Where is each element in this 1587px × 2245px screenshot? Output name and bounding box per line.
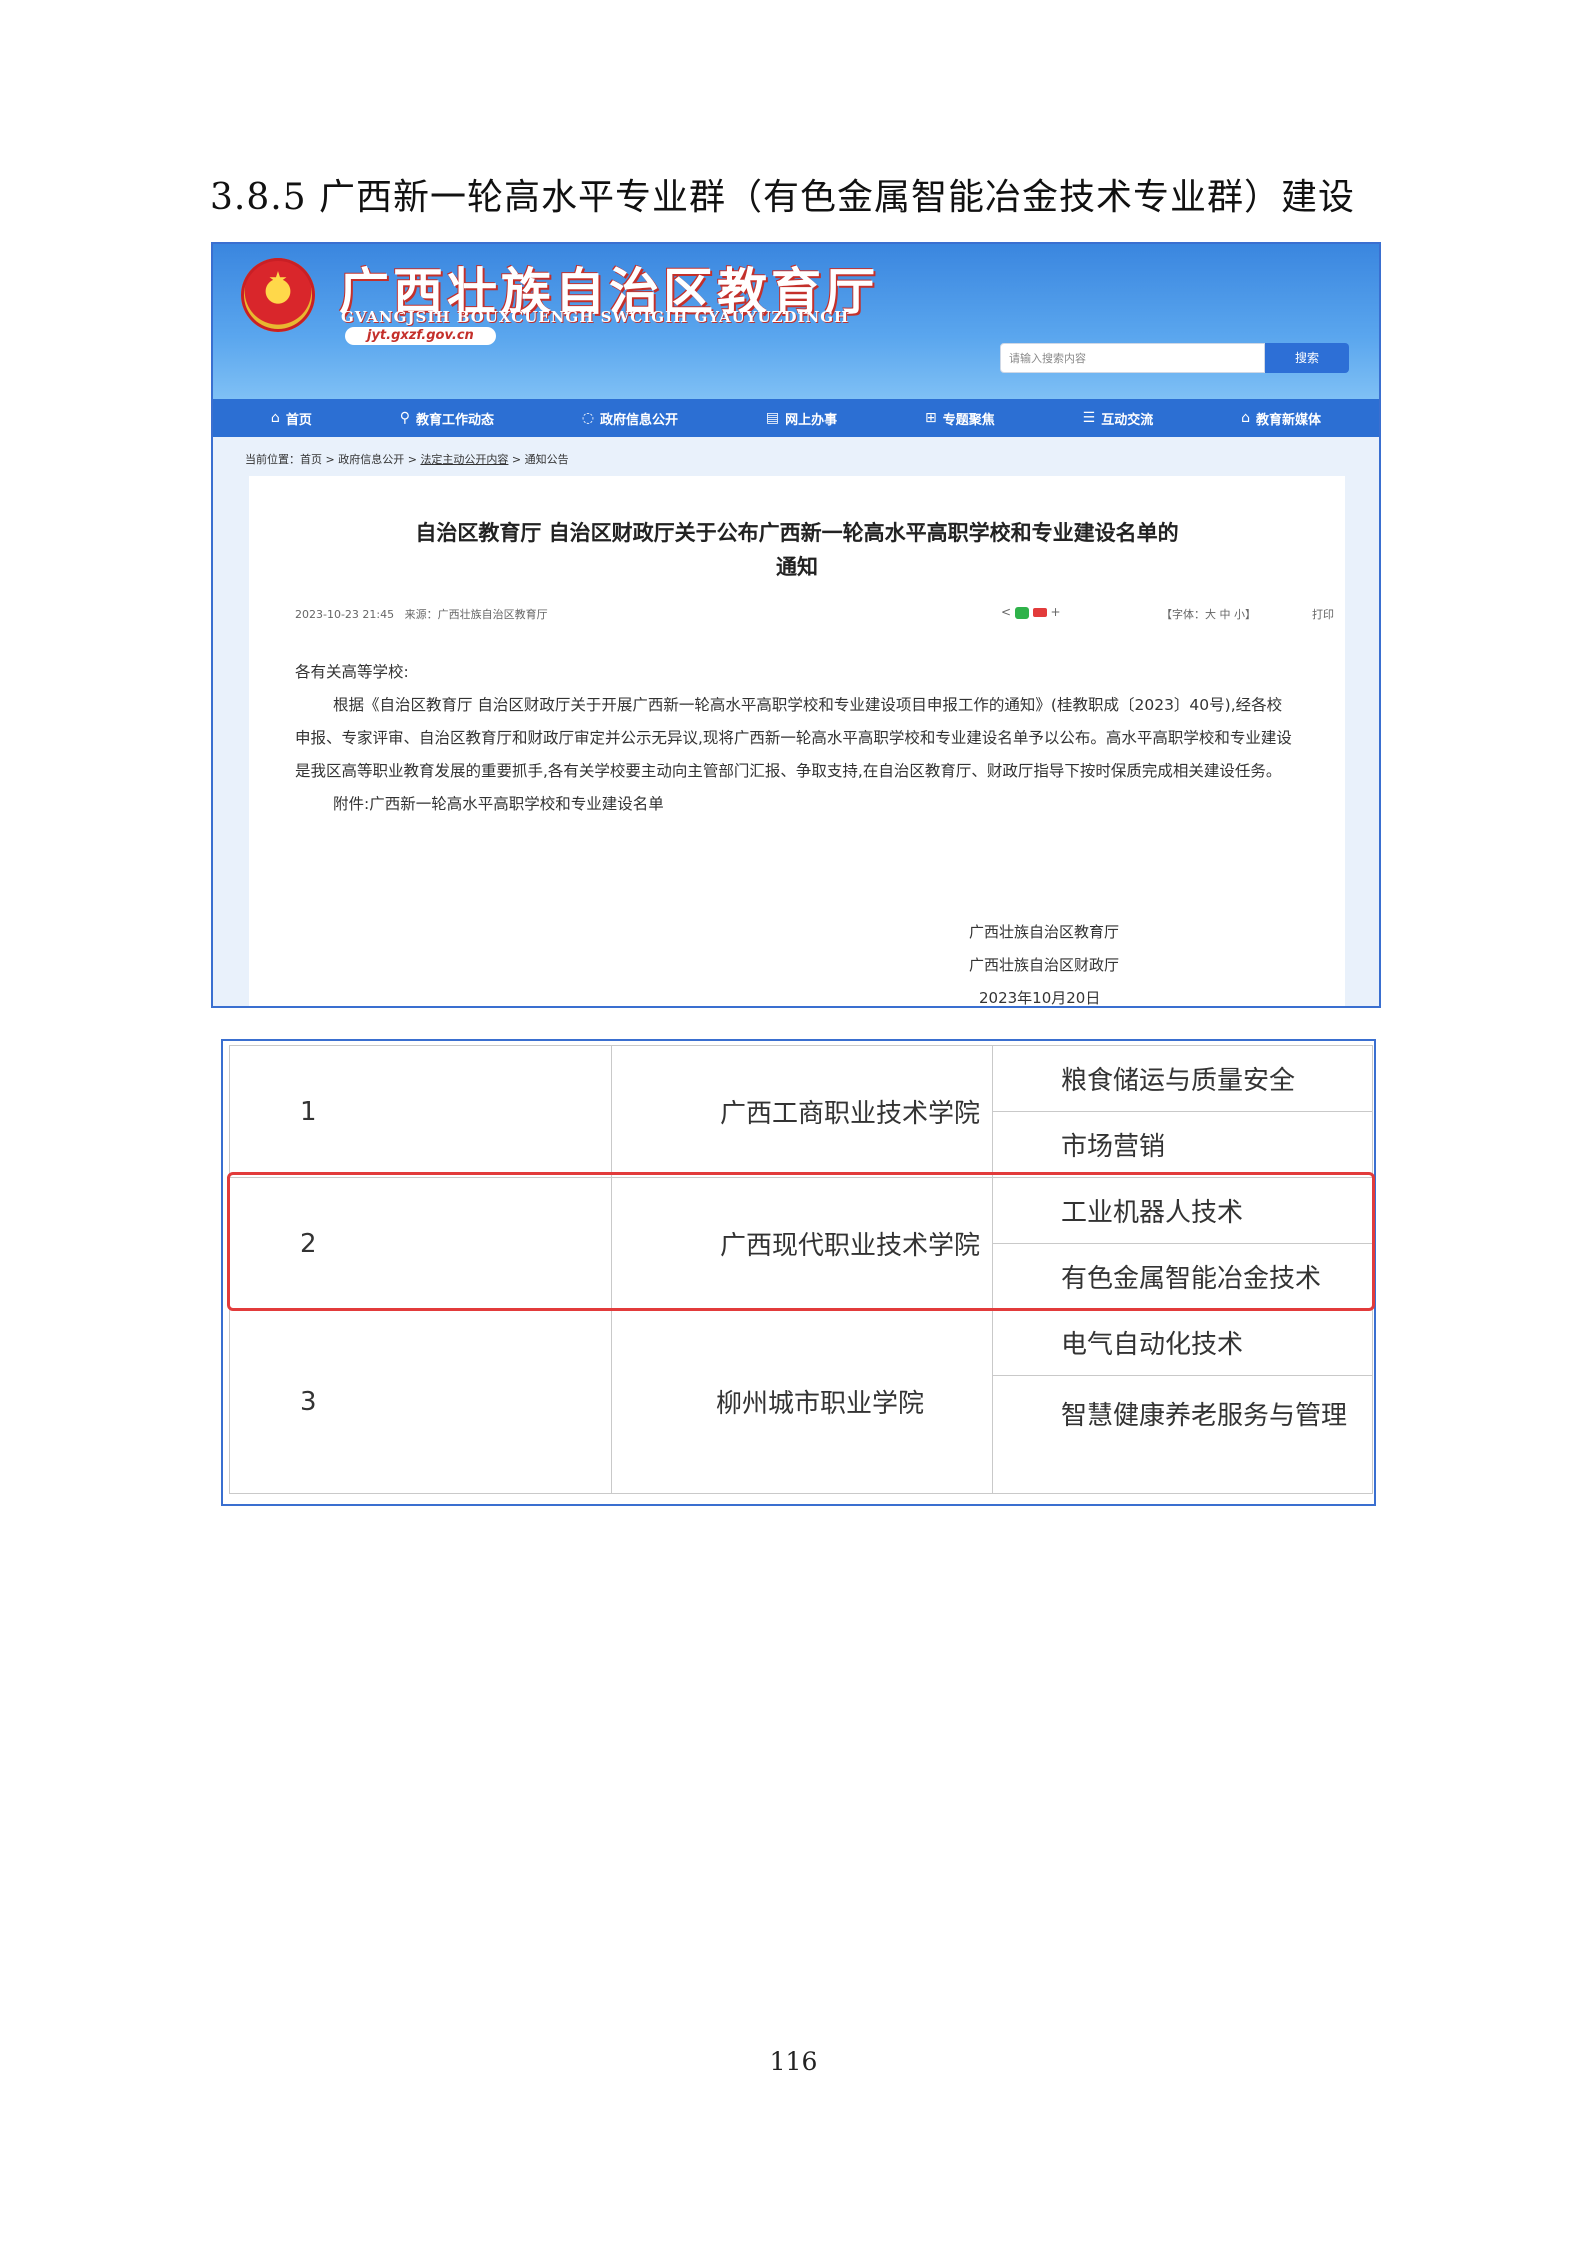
nav-item-new-media[interactable]: ⌂ 教育新媒体 — [1241, 409, 1321, 428]
breadcrumb: 当前位置：首页 > 政府信息公开 > 法定主动公开内容 > 通知公告 — [245, 453, 569, 466]
nav-item-gov-info[interactable]: ◌ 政府信息公开 — [582, 409, 678, 428]
table-row: 1 广西工商职业技术学院 粮食储运与质量安全 — [229, 1045, 1373, 1178]
comment-icon: ☰ — [1082, 410, 1096, 426]
breadcrumb-gov-info[interactable]: 政府信息公开 — [338, 453, 404, 466]
article-title: 自治区教育厅 自治区财政厅关于公布广西新一轮高水平高职学校和专业建设名单的 通知 — [415, 521, 1179, 579]
salutation: 各有关高等学校: — [295, 663, 409, 681]
school-name: 广西工商职业技术学院 — [611, 1045, 993, 1178]
article-paragraph: 根据《自治区教育厅 自治区财政厅关于开展广西新一轮高水平高职学校和专业建设项目申… — [295, 696, 1292, 780]
row-number: 3 — [229, 1309, 612, 1494]
page-number: 116 — [769, 2047, 818, 2076]
school-name: 柳州城市职业学院 — [611, 1309, 993, 1494]
home-icon: ⌂ — [270, 410, 280, 426]
school-name: 广西现代职业技术学院 — [611, 1177, 993, 1310]
site-subtitle: GVANGJSIH BOUXCUENGH SWCIGIH GYAUYUZDING… — [341, 308, 850, 326]
chat-icon: ◌ — [581, 410, 595, 426]
screenshot-school-list: 1 广西工商职业技术学院 粮食储运与质量安全 市场营销 2 广西现代职业技术学院… — [221, 1039, 1376, 1506]
nav-item-online-services[interactable]: ▤ 网上办事 — [766, 409, 837, 428]
search-input[interactable]: 请输入搜索内容 — [1000, 343, 1265, 373]
table-row: 3 柳州城市职业学院 电气自动化技术 — [229, 1309, 1373, 1494]
article-body: 各有关高等学校: 根据《自治区教育厅 自治区财政厅关于开展广西新一轮高水平高职学… — [295, 656, 1295, 821]
article-meta: 2023-10-23 21:45 来源：广西壮族自治区教育厅 — [295, 606, 548, 622]
article-date: 2023-10-23 21:45 — [295, 608, 395, 621]
network-icon: ⚲ — [399, 410, 410, 426]
share-buttons[interactable]: < + — [1001, 605, 1061, 619]
share-icon: < — [1001, 605, 1012, 619]
major-name: 电气自动化技术 — [992, 1309, 1373, 1376]
font-size-switch[interactable]: 【字体：大 中 小】 — [1161, 606, 1256, 622]
weibo-icon — [1032, 608, 1047, 617]
article-panel: 自治区教育厅 自治区财政厅关于公布广西新一轮高水平高职学校和专业建设名单的 通知… — [249, 476, 1345, 1007]
site-banner: ★ 广西壮族自治区教育厅 GVANGJSIH BOUXCUENGH SWCIGI… — [213, 244, 1379, 399]
major-name: 市场营销 — [992, 1111, 1373, 1178]
national-emblem-icon: ★ — [241, 258, 315, 332]
more-icon: + — [1050, 605, 1061, 619]
site-url[interactable]: jyt.gxzf.gov.cn — [345, 327, 496, 345]
print-link[interactable]: 打印 — [1312, 606, 1334, 622]
breadcrumb-notices[interactable]: 通知公告 — [525, 453, 569, 466]
row-number: 1 — [229, 1045, 612, 1178]
main-nav: ⌂ 首页 ⚲ 教育工作动态 ◌ 政府信息公开 ▤ 网上办事 ⊞ 专题聚焦 ☰ 互动交流 ⌂ 教… — [213, 399, 1379, 437]
nav-item-home[interactable]: ⌂ 首页 — [271, 409, 312, 428]
major-name: 有色金属智能冶金技术 — [992, 1243, 1373, 1310]
major-name: 工业机器人技术 — [992, 1177, 1373, 1244]
nav-item-education-news[interactable]: ⚲ 教育工作动态 — [400, 409, 494, 428]
attachment-link[interactable]: 附件:广西新一轮高水平高职学校和专业建设名单 — [295, 788, 1295, 821]
nav-item-interaction[interactable]: ☰ 互动交流 — [1083, 409, 1154, 428]
search-button[interactable]: 搜索 — [1265, 343, 1349, 373]
table-row: 2 广西现代职业技术学院 工业机器人技术 — [229, 1177, 1373, 1310]
major-name: 粮食储运与质量安全 — [992, 1045, 1373, 1112]
section-heading: 3.8.5 广西新一轮高水平专业群（有色金属智能冶金技术专业群）建设 — [210, 177, 1356, 218]
nav-item-topics[interactable]: ⊞ 专题聚焦 — [925, 409, 995, 428]
media-icon: ⌂ — [1241, 410, 1250, 426]
grid-icon: ⊞ — [925, 410, 937, 426]
signature-block: 广西壮族自治区教育厅 广西壮族自治区财政厅 2023年10月20日 — [969, 923, 1120, 1007]
screenshot-announcement: ★ 广西壮族自治区教育厅 GVANGJSIH BOUXCUENGH SWCIGI… — [211, 242, 1381, 1008]
wechat-icon — [1014, 606, 1029, 619]
major-name: 智慧健康养老服务与管理 — [992, 1375, 1373, 1494]
breadcrumb-public-content[interactable]: 法定主动公开内容 — [420, 453, 508, 466]
school-list-table: 1 广西工商职业技术学院 粮食储运与质量安全 市场营销 2 广西现代职业技术学院… — [229, 1045, 1373, 1494]
row-number: 2 — [229, 1177, 612, 1310]
breadcrumb-home[interactable]: 首页 — [300, 453, 322, 466]
document-icon: ▤ — [765, 410, 780, 426]
article-source: 来源：广西壮族自治区教育厅 — [404, 608, 548, 621]
